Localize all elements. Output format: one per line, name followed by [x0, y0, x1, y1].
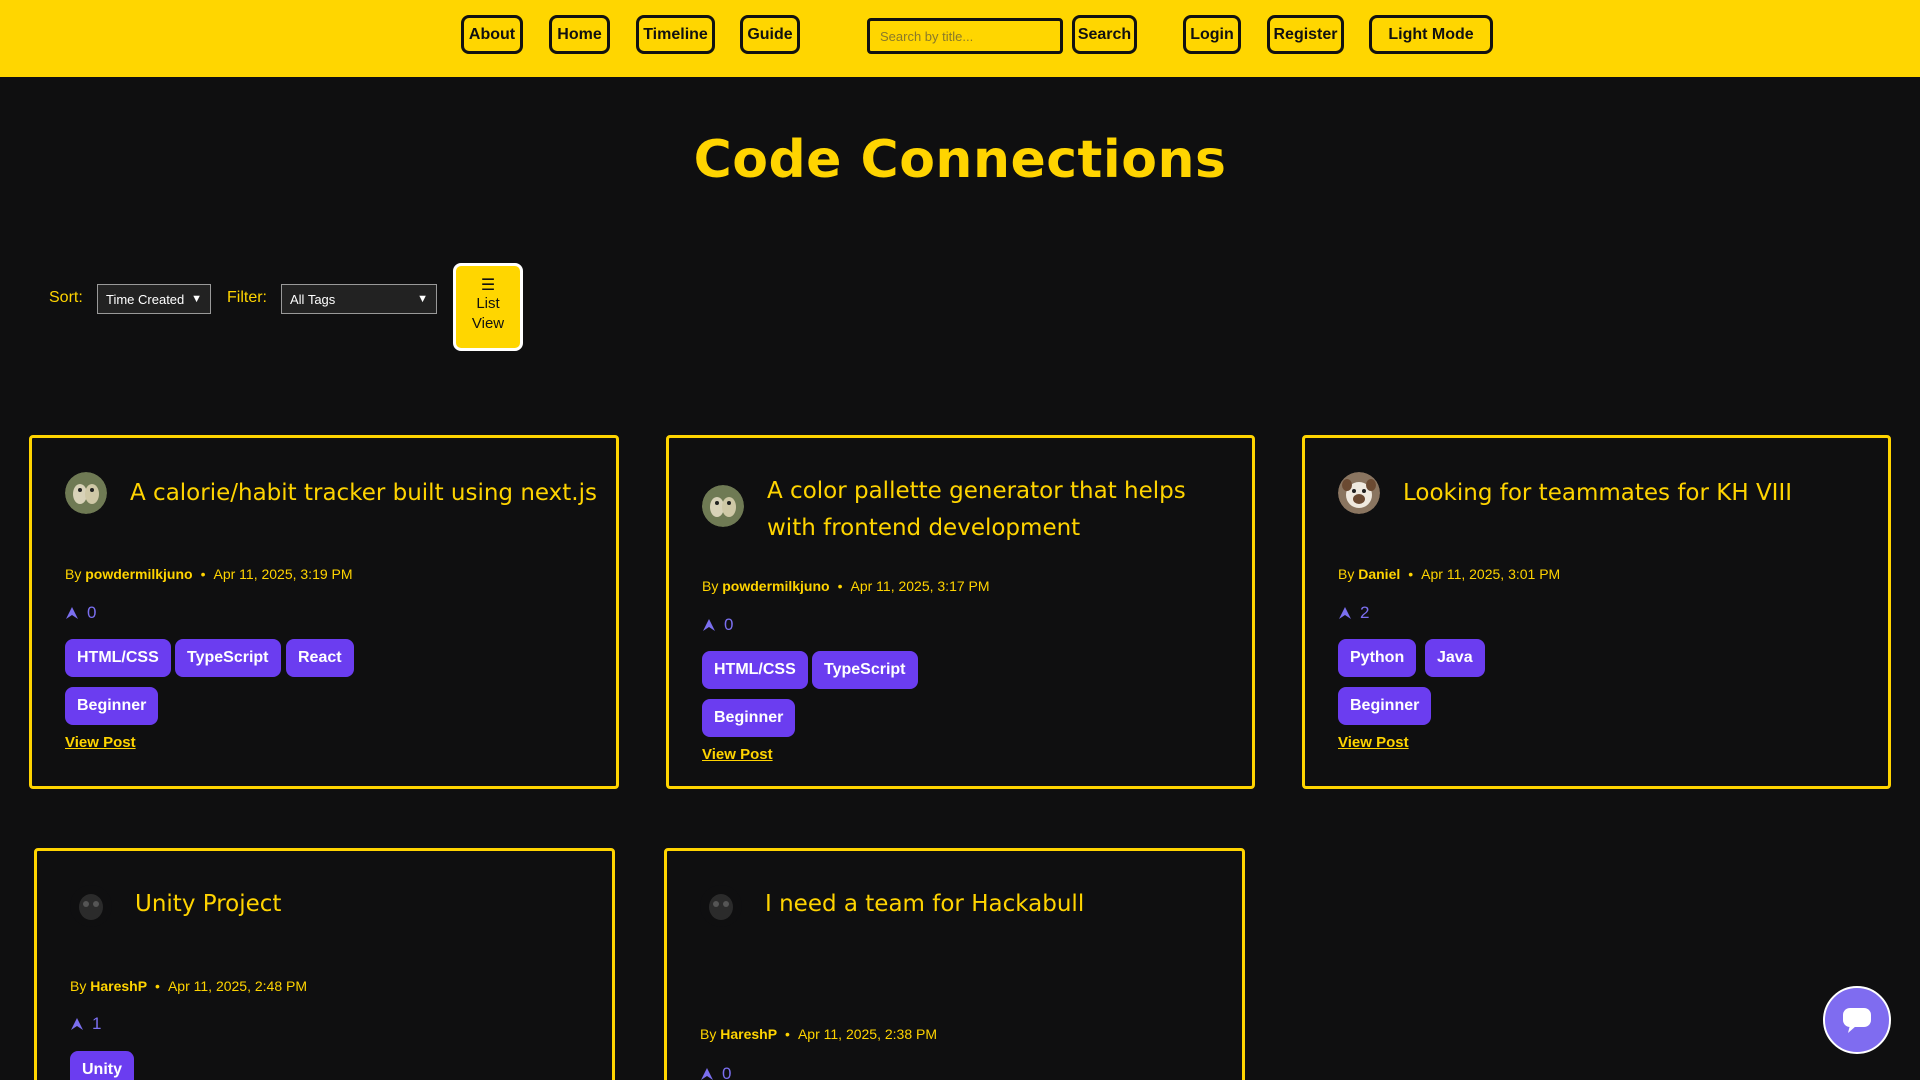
tag[interactable]: Python [1338, 639, 1417, 677]
list-view-label-1: List [476, 295, 500, 312]
author-name[interactable]: powdermilkjuno [85, 566, 192, 582]
avatar [70, 885, 112, 927]
search-input[interactable] [867, 18, 1063, 54]
post-date: Apr 11, 2025, 2:38 PM [797, 1026, 938, 1042]
by-label: By [65, 566, 82, 582]
top-nav-bar: About Home Timeline Guide Search Login R… [0, 0, 1920, 77]
tag[interactable]: HTML/CSS [65, 639, 171, 677]
author-name[interactable]: powdermilkjuno [722, 578, 829, 594]
author-name[interactable]: Daniel [1358, 566, 1400, 582]
sort-label: Sort: [49, 289, 83, 306]
vote-count: 0 [724, 615, 734, 634]
post-title[interactable]: Looking for teammates for KH VIII [1403, 475, 1792, 512]
view-post-link[interactable]: View Post [1338, 734, 1409, 751]
post-date: Apr 11, 2025, 3:17 PM [850, 578, 990, 594]
post-title-line-2: with frontend development [767, 515, 1081, 541]
upvote-arrow-icon [66, 607, 78, 619]
post-meta: By Daniel • Apr 11, 2025, 3:01 PM [1338, 566, 1561, 582]
list-view-label-2: View [471, 315, 505, 332]
post-title[interactable]: I need a team for Hackabull [765, 886, 1084, 923]
upvote-count[interactable]: 0 [65, 603, 96, 623]
post-card: A color pallette generator that helps wi… [666, 435, 1255, 789]
upvote-count[interactable]: 1 [70, 1014, 101, 1034]
upvote-arrow-icon [703, 619, 715, 631]
by-label: By [70, 978, 87, 994]
about-button[interactable]: About [461, 15, 523, 54]
avatar [1338, 472, 1380, 514]
post-meta: By powdermilkjuno • Apr 11, 2025, 3:17 PM [702, 578, 990, 594]
hamburger-menu-icon: ☰ [480, 277, 496, 294]
post-card: A calorie/habit tracker built using next… [29, 435, 619, 789]
tag[interactable]: Beginner [65, 687, 159, 725]
post-title[interactable]: A calorie/habit tracker built using next… [130, 475, 597, 512]
by-label: By [702, 578, 719, 594]
home-button[interactable]: Home [549, 15, 610, 54]
upvote-count[interactable]: 0 [700, 1064, 731, 1080]
post-title[interactable]: Unity Project [135, 886, 281, 923]
upvote-arrow-icon [71, 1018, 83, 1030]
vote-count: 2 [1360, 603, 1370, 622]
tag[interactable]: Beginner [1338, 687, 1432, 725]
upvote-count[interactable]: 0 [702, 615, 733, 635]
post-meta: By HareshP • Apr 11, 2025, 2:38 PM [700, 1026, 938, 1042]
filter-select-value: All Tags [290, 291, 336, 307]
chat-bubble-icon [1843, 1008, 1871, 1033]
post-meta: By powdermilkjuno • Apr 11, 2025, 3:19 PM [65, 566, 353, 582]
post-title[interactable]: A color pallette generator that helps wi… [767, 473, 1186, 547]
chat-button[interactable] [1823, 986, 1891, 1054]
author-name[interactable]: HareshP [90, 978, 147, 994]
avatar [700, 885, 742, 927]
filter-label: Filter: [227, 289, 267, 306]
vote-count: 1 [92, 1014, 102, 1033]
list-view-button[interactable]: ☰ List View [453, 263, 523, 351]
tag[interactable]: HTML/CSS [702, 651, 808, 689]
by-label: By [1338, 566, 1355, 582]
vote-count: 0 [722, 1064, 732, 1080]
login-button[interactable]: Login [1183, 15, 1241, 54]
post-card: I need a team for Hackabull By HareshP • A… [664, 848, 1245, 1080]
upvote-arrow-icon [701, 1068, 713, 1080]
post-title-line-1: A color pallette generator that helps [767, 478, 1186, 504]
post-meta: By HareshP • Apr 11, 2025, 2:48 PM [70, 978, 308, 994]
light-mode-button[interactable]: Light Mode [1369, 15, 1493, 54]
tag[interactable]: Java [1425, 639, 1485, 677]
register-button[interactable]: Register [1267, 15, 1344, 54]
post-card: Looking for teammates for KH VIII By Dan… [1302, 435, 1891, 789]
filter-select[interactable]: All Tags ▼ [281, 284, 437, 314]
author-name[interactable]: HareshP [720, 1026, 777, 1042]
tag[interactable]: Beginner [702, 699, 796, 737]
post-card: Unity Project By HareshP • Apr 11, 2025, 2… [34, 848, 615, 1080]
tag[interactable]: Unity [70, 1051, 134, 1080]
avatar [65, 472, 107, 514]
tag[interactable]: React [286, 639, 354, 677]
sort-select[interactable]: Time Created ▼ [97, 284, 211, 314]
by-label: By [700, 1026, 717, 1042]
upvote-count[interactable]: 2 [1338, 603, 1369, 623]
page-title: Code Connections [693, 130, 1227, 190]
vote-count: 0 [87, 603, 97, 622]
tag[interactable]: TypeScript [812, 651, 918, 689]
upvote-arrow-icon [1339, 607, 1351, 619]
tag[interactable]: TypeScript [175, 639, 281, 677]
search-button[interactable]: Search [1072, 15, 1137, 54]
sort-select-value: Time Created [106, 291, 185, 307]
chevron-down-icon: ▼ [417, 293, 428, 305]
view-post-link[interactable]: View Post [702, 746, 773, 763]
avatar [702, 485, 744, 527]
post-date: Apr 11, 2025, 3:01 PM [1421, 566, 1561, 582]
post-date: Apr 11, 2025, 3:19 PM [213, 566, 353, 582]
timeline-button[interactable]: Timeline [636, 15, 715, 54]
guide-button[interactable]: Guide [740, 15, 800, 54]
chevron-down-icon: ▼ [191, 293, 202, 305]
post-date: Apr 11, 2025, 2:48 PM [167, 978, 308, 994]
view-post-link[interactable]: View Post [65, 734, 136, 751]
